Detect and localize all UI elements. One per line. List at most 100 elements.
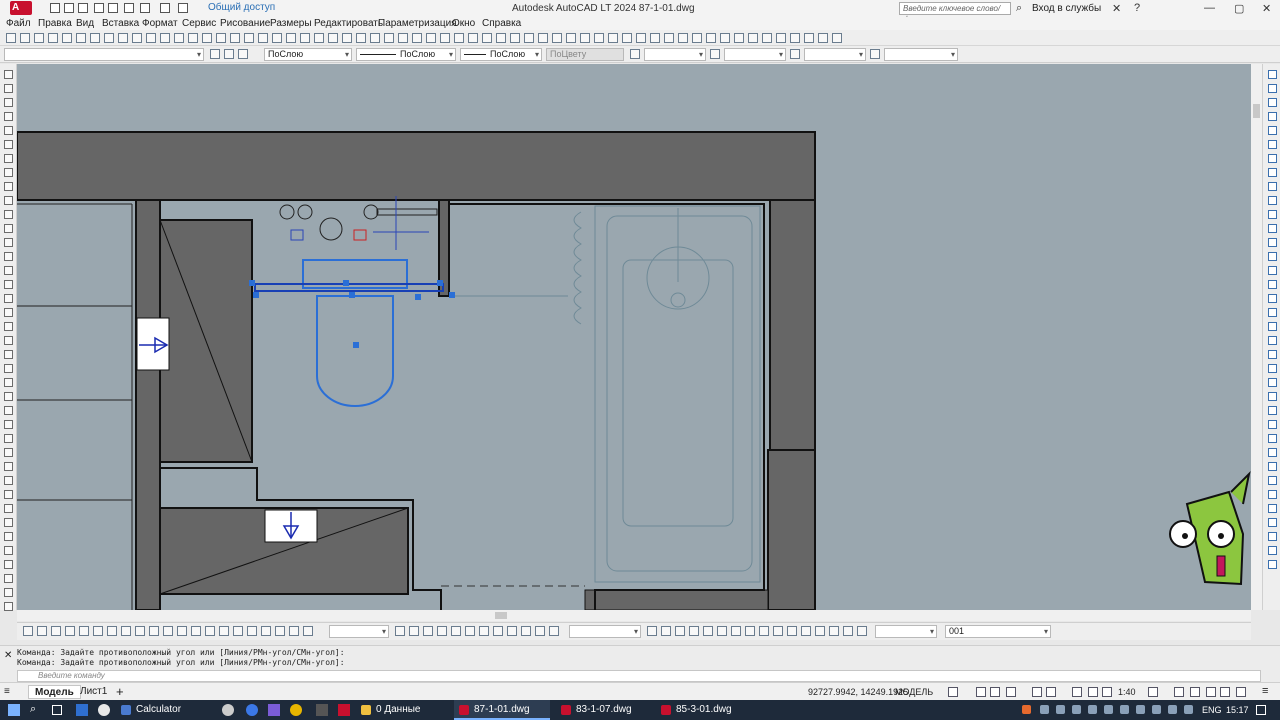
modify-tool-20-icon[interactable] — [1268, 336, 1277, 345]
hardware-accel-icon[interactable] — [1220, 687, 1230, 697]
dim-tool-42-icon[interactable] — [759, 626, 769, 636]
tray-icon-6[interactable] — [1104, 705, 1113, 714]
grip-3[interactable] — [343, 280, 349, 286]
ortho-icon[interactable] — [990, 687, 1000, 697]
standard-tool-24-icon[interactable] — [328, 33, 338, 43]
draw-tool-4-icon[interactable] — [4, 112, 13, 121]
dim-tool-12-icon[interactable] — [177, 626, 187, 636]
wifi-icon[interactable] — [1152, 705, 1161, 714]
drawing-canvas[interactable] — [17, 64, 1251, 610]
app-icon-2[interactable] — [246, 704, 258, 716]
modify-tool-2-icon[interactable] — [1268, 84, 1277, 93]
standard-tool-50-icon[interactable] — [692, 33, 702, 43]
modify-tool-27-icon[interactable] — [1268, 434, 1277, 443]
dim-tool-13-icon[interactable] — [191, 626, 201, 636]
modify-tool-3-icon[interactable] — [1268, 98, 1277, 107]
clock[interactable]: 15:17 — [1226, 705, 1249, 715]
plotstyle-combo[interactable]: ПоЦвету — [546, 48, 624, 61]
tab-model[interactable]: Модель — [28, 685, 81, 699]
draw-tool-16-icon[interactable] — [4, 280, 13, 289]
dim-combo-3[interactable]: ▾ — [875, 625, 937, 638]
dim-tool-18-icon[interactable] — [261, 626, 271, 636]
browser-icon[interactable] — [98, 704, 110, 716]
draw-tool-34-icon[interactable] — [4, 532, 13, 541]
draw-tool-28-icon[interactable] — [4, 448, 13, 457]
draw-tool-14-icon[interactable] — [4, 252, 13, 261]
taskbar-file3[interactable]: 85-3-01.dwg — [656, 700, 752, 720]
draw-tool-25-icon[interactable] — [4, 406, 13, 415]
draw-tool-27-icon[interactable] — [4, 434, 13, 443]
standard-tool-21-icon[interactable] — [286, 33, 296, 43]
dim-tool-11-icon[interactable] — [163, 626, 173, 636]
dim-tool-4-icon[interactable] — [65, 626, 75, 636]
plot-icon[interactable] — [108, 3, 118, 13]
tray-icon-3[interactable] — [1056, 705, 1065, 714]
login-button[interactable]: Вход в службы — [1032, 3, 1101, 14]
app-icon-6[interactable] — [338, 704, 350, 716]
draw-tool-33-icon[interactable] — [4, 518, 13, 527]
modify-tool-31-icon[interactable] — [1268, 490, 1277, 499]
draw-tool-13-icon[interactable] — [4, 238, 13, 247]
standard-tool-36-icon[interactable] — [496, 33, 506, 43]
grip-7[interactable] — [415, 294, 421, 300]
dim-tool-44-icon[interactable] — [787, 626, 797, 636]
standard-tool-57-icon[interactable] — [790, 33, 800, 43]
standard-tool-44-icon[interactable] — [608, 33, 618, 43]
dim-tool-1-icon[interactable] — [23, 626, 33, 636]
layer-state-icon[interactable] — [224, 49, 234, 59]
standard-tool-34-icon[interactable] — [468, 33, 478, 43]
standard-tool-3-icon[interactable] — [34, 33, 44, 43]
menu-parametric[interactable]: Параметризация — [378, 18, 457, 29]
menu-insert[interactable]: Вставка — [102, 18, 139, 29]
standard-tool-54-icon[interactable] — [748, 33, 758, 43]
menu-format[interactable]: Формат — [142, 18, 178, 29]
standard-tool-15-icon[interactable] — [202, 33, 212, 43]
layer-props-icon[interactable] — [210, 49, 220, 59]
draw-tool-35-icon[interactable] — [4, 546, 13, 555]
modify-tool-19-icon[interactable] — [1268, 322, 1277, 331]
modify-tool-32-icon[interactable] — [1268, 504, 1277, 513]
hscroll-thumb[interactable] — [495, 612, 507, 619]
standard-tool-28-icon[interactable] — [384, 33, 394, 43]
draw-tool-24-icon[interactable] — [4, 392, 13, 401]
draw-tool-36-icon[interactable] — [4, 560, 13, 569]
draw-tool-22-icon[interactable] — [4, 364, 13, 373]
dim-tool-40-icon[interactable] — [731, 626, 741, 636]
grip-5[interactable] — [449, 292, 455, 298]
dim-tool-48-icon[interactable] — [843, 626, 853, 636]
draw-tool-3-icon[interactable] — [4, 98, 13, 107]
standard-tool-10-icon[interactable] — [132, 33, 142, 43]
standard-tool-1-icon[interactable] — [6, 33, 16, 43]
table-style-icon[interactable] — [790, 49, 800, 59]
app-icon-5[interactable] — [316, 704, 328, 716]
dim-tool-41-icon[interactable] — [745, 626, 755, 636]
table-style-combo[interactable]: ▾ — [804, 48, 866, 61]
standard-tool-31-icon[interactable] — [426, 33, 436, 43]
dim-tool-29-icon[interactable] — [493, 626, 503, 636]
standard-tool-9-icon[interactable] — [118, 33, 128, 43]
dim-tool-32-icon[interactable] — [535, 626, 545, 636]
standard-tool-13-icon[interactable] — [174, 33, 184, 43]
modify-tool-1-icon[interactable] — [1268, 70, 1277, 79]
draw-tool-15-icon[interactable] — [4, 266, 13, 275]
standard-tool-37-icon[interactable] — [510, 33, 520, 43]
modify-tool-30-icon[interactable] — [1268, 476, 1277, 485]
modify-tool-24-icon[interactable] — [1268, 392, 1277, 401]
dim-tool-8-icon[interactable] — [121, 626, 131, 636]
dim-tool-36-icon[interactable] — [675, 626, 685, 636]
tray-icon-1[interactable] — [1022, 705, 1031, 714]
minimize-icon[interactable]: — — [1204, 2, 1215, 14]
dim-combo-1[interactable]: ▾ — [329, 625, 389, 638]
layer-prev-icon[interactable] — [238, 49, 248, 59]
standard-tool-20-icon[interactable] — [272, 33, 282, 43]
exchange-icon[interactable]: ✕ — [1112, 2, 1121, 15]
horizontal-scrollbar[interactable] — [17, 610, 1251, 621]
dim-tool-34-icon[interactable] — [647, 626, 657, 636]
draw-tool-18-icon[interactable] — [4, 308, 13, 317]
draw-tool-9-icon[interactable] — [4, 182, 13, 191]
standard-tool-49-icon[interactable] — [678, 33, 688, 43]
snap-icon[interactable] — [976, 687, 986, 697]
web-save-icon[interactable] — [140, 3, 150, 13]
menu-dimension[interactable]: Размеры — [270, 18, 312, 29]
dim-tool-25-icon[interactable] — [437, 626, 447, 636]
